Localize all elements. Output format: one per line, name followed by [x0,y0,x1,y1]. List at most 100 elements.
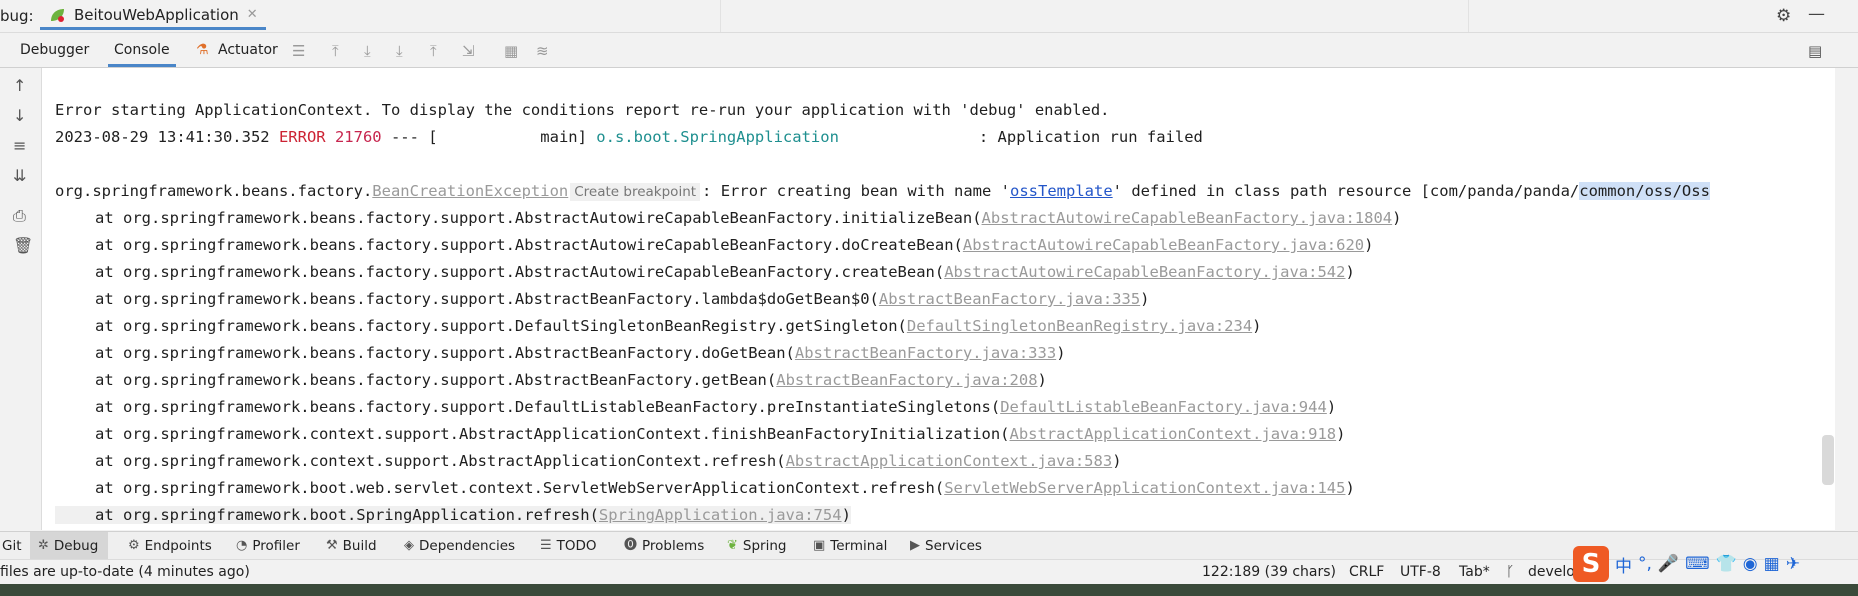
endpoints-icon: ⚙ [128,538,140,553]
git-branch[interactable]: develo [1528,564,1575,580]
source-link[interactable]: AbstractBeanFactory.java:208 [776,371,1037,389]
punctuation-icon[interactable]: °, [1638,554,1652,574]
trace-icon[interactable]: ≋ [536,42,549,60]
tab-actuator[interactable]: ⚗ Actuator [192,33,284,67]
tab-debugger[interactable]: Debugger [14,33,95,67]
log-pid: 21760 [325,128,382,146]
layout-settings-icon[interactable]: ▤ [1808,42,1822,60]
source-link[interactable]: AbstractAutowireCapableBeanFactory.java:… [982,209,1393,227]
paren: ) [1345,263,1355,281]
paren: ) [1112,452,1122,470]
source-link[interactable]: DefaultSingletonBeanRegistry.java:234 [907,317,1252,335]
source-link[interactable]: SpringApplication.java:754 [599,506,842,524]
divider [1468,0,1469,32]
keyboard-icon[interactable]: ⌨ [1685,554,1710,574]
indent-setting[interactable]: Tab* [1459,564,1490,580]
stack-frame-text: at org.springframework.beans.factory.sup… [95,263,945,281]
source-link[interactable]: AbstractBeanFactory.java:335 [879,290,1140,308]
source-link[interactable]: AbstractBeanFactory.java:333 [795,344,1056,362]
step-over-icon[interactable]: ⤓ [364,42,371,60]
caret-position[interactable]: 122:189 (39 chars) [1202,564,1336,580]
create-breakpoint-hint[interactable]: Create breakpoint [570,183,701,201]
warning-icon: ⓿ [624,538,638,553]
stack-frame: at org.springframework.beans.factory.sup… [95,371,1047,389]
line-separator[interactable]: CRLF [1349,564,1384,580]
evaluate-icon[interactable]: ▦ [504,42,518,60]
actuator-icon: ⚗ [196,42,209,58]
arrow-icon[interactable]: ✈ [1786,554,1800,574]
scroll-to-end-icon[interactable]: ⇊ [13,166,26,185]
tab-problems-label: Problems [642,538,705,554]
bug-icon: ✲ [38,538,49,553]
stack-frame-text: at org.springframework.boot.SpringApplic… [95,506,599,524]
trash-icon[interactable]: 🗑 [13,236,33,255]
log-message: : Application run failed [838,128,1203,146]
layout-icon[interactable]: ☰ [292,42,305,60]
file-encoding[interactable]: UTF-8 [1400,564,1441,580]
tab-terminal[interactable]: ▣ Terminal [813,532,887,560]
console-gutter: ↑ ↓ ≡ ⇊ ⎙ 🗑 [0,68,42,530]
stack-frame-text: at org.springframework.beans.factory.sup… [95,344,795,362]
tab-git-label: Git [2,538,22,554]
services-icon: ▶ [910,538,920,553]
stack-frame: at org.springframework.beans.factory.sup… [95,209,1401,227]
grid-icon[interactable]: ▦ [1764,554,1780,574]
up-arrow-icon[interactable]: ↑ [13,76,26,95]
show-execution-point-icon[interactable]: ⤒ [332,42,339,60]
stack-frame-text: at org.springframework.beans.factory.sup… [95,290,879,308]
ime-toolbar[interactable]: S 中 °, 🎤 ⌨ 👕 ◉ ▦ ✈ [1573,544,1800,584]
tab-build[interactable]: ⚒ Build [326,532,377,560]
source-link[interactable]: DefaultListableBeanFactory.java:944 [1000,398,1327,416]
bean-link[interactable]: ossTemplate [1010,182,1113,200]
stack-frame-text: at org.springframework.context.support.A… [95,425,1010,443]
tab-debug[interactable]: ✲ Debug [30,532,109,560]
tab-todo[interactable]: ☰ TODO [540,532,597,560]
tab-services-label: Services [925,538,982,554]
tab-profiler[interactable]: ◔ Profiler [236,532,300,560]
source-link[interactable]: AbstractApplicationContext.java:918 [1010,425,1337,443]
log-thread: --- [ main] [381,128,597,146]
minimize-icon[interactable]: — [1808,4,1825,24]
down-arrow-icon[interactable]: ↓ [13,106,26,125]
close-tab-icon[interactable]: ✕ [247,7,258,22]
tab-console[interactable]: Console [108,33,176,67]
microphone-icon[interactable]: 🎤 [1658,554,1679,574]
log-level: ERROR [278,128,326,146]
tab-actuator-label: Actuator [218,42,278,58]
log-logger: o.s.boot.SpringApplication [596,128,839,146]
tab-spring-label: Spring [742,538,787,554]
source-link[interactable]: ServletWebServerApplicationContext.java:… [944,479,1345,497]
run-config-tab[interactable]: BeitouWebApplication ✕ [40,2,266,30]
tab-spring[interactable]: ❦ Spring [727,532,786,560]
exception-link[interactable]: BeanCreationException [372,182,568,200]
sogou-logo[interactable]: S [1573,546,1609,582]
source-link[interactable]: AbstractAutowireCapableBeanFactory.java:… [944,263,1345,281]
soft-wrap-icon[interactable]: ≡ [13,136,26,155]
run-to-cursor-icon[interactable]: ⇲ [462,42,475,60]
tab-problems[interactable]: ⓿ Problems [624,532,704,560]
profiler-icon: ◔ [236,538,248,553]
tab-endpoints[interactable]: ⚙ Endpoints [128,532,212,560]
console-scrollbar[interactable] [1822,435,1834,485]
source-link[interactable]: AbstractApplicationContext.java:583 [786,452,1113,470]
source-link[interactable]: AbstractAutowireCapableBeanFactory.java:… [963,236,1364,254]
status-message[interactable]: files are up-to-date (4 minutes ago) [0,564,250,580]
stack-frame-text: at org.springframework.context.support.A… [95,452,786,470]
tab-services[interactable]: ▶ Services [910,532,982,560]
paren: ) [1326,398,1337,416]
gear-icon[interactable]: ⚙ [1776,6,1791,26]
step-out-icon[interactable]: ⤒ [430,42,437,60]
step-into-icon[interactable]: ⤓ [396,42,403,60]
ime-language[interactable]: 中 [1615,552,1632,577]
paren: ) [1140,290,1150,308]
tab-git[interactable]: Git [2,532,22,560]
shirt-icon[interactable]: 👕 [1716,554,1737,574]
run-config-tab-label: BeitouWebApplication [74,5,239,24]
selected-text: common/oss/Oss [1579,182,1710,200]
tab-dependencies[interactable]: ◈ Dependencies [404,532,515,560]
tab-endpoints-label: Endpoints [144,538,212,554]
print-icon[interactable]: ⎙ [13,206,26,226]
debug-toolbar: Debugger Console ⚗ Actuator ☰ ⤒ ⤓ ⤓ ⤒ ⇲ … [0,33,1858,68]
gamepad-icon[interactable]: ◉ [1743,554,1758,574]
console-output[interactable]: Error starting ApplicationContext. To di… [42,68,1835,530]
